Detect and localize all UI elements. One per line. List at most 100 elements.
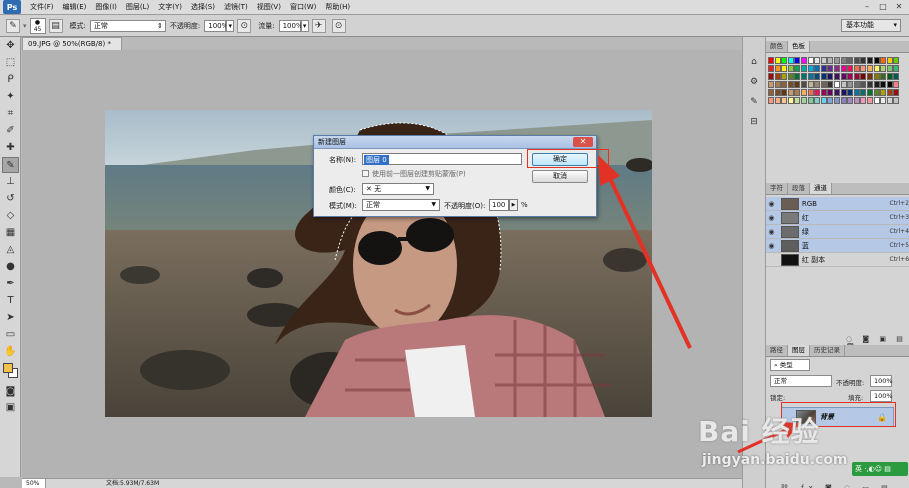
color-swatch[interactable] [860,65,867,72]
color-swatch[interactable] [853,57,860,64]
healing-tool-icon[interactable]: ✚ [2,140,19,156]
color-swatch[interactable] [853,65,860,72]
color-swatch[interactable] [880,73,887,80]
menu-view[interactable]: 视图(V) [257,2,281,12]
color-swatch[interactable] [834,89,840,96]
color-swatch[interactable] [827,81,834,88]
color-swatch[interactable] [774,81,781,88]
color-swatch[interactable] [774,89,781,96]
color-swatch[interactable] [834,73,840,80]
color-swatch[interactable] [814,65,821,72]
color-swatch[interactable] [794,57,801,64]
color-swatch[interactable] [820,97,827,104]
color-swatch[interactable] [880,97,887,104]
flow-stepper[interactable]: ▾ [300,19,309,32]
color-swatch[interactable] [801,81,807,88]
color-swatch[interactable] [834,65,840,72]
color-swatch[interactable] [787,89,794,96]
color-swatch[interactable] [873,97,880,104]
color-swatch[interactable] [794,65,801,72]
color-swatch[interactable] [860,81,867,88]
color-swatch[interactable] [801,97,807,104]
color-swatch[interactable] [893,65,900,72]
document-tab[interactable]: 09.JPG @ 50%(RGB/8) * [22,37,122,50]
type-tool-icon[interactable]: T [2,293,19,309]
color-swatch[interactable] [867,65,873,72]
gradient-tool-icon[interactable]: ▦ [2,225,19,241]
color-swatch[interactable] [834,97,840,104]
swatch-grid[interactable] [768,57,900,123]
color-swatch[interactable] [807,81,814,88]
color-swatch[interactable] [787,73,794,80]
close-icon[interactable]: ✕ [893,1,905,13]
quick-select-tool-icon[interactable]: ✦ [2,89,19,105]
color-swatch[interactable] [853,89,860,96]
pen-tool-icon[interactable]: ✒ [2,276,19,292]
blend-mode-select[interactable]: 正常 [770,375,832,387]
color-swatch[interactable] [886,89,893,96]
color-swatch[interactable] [867,57,873,64]
menu-help[interactable]: 帮助(H) [325,2,350,12]
color-swatch[interactable] [774,57,781,64]
color-swatch[interactable] [781,65,788,72]
color-swatch[interactable] [801,57,807,64]
opacity-stepper[interactable]: ▶ [509,199,518,211]
menu-file[interactable]: 文件(F) [30,2,54,12]
color-swatch[interactable] [840,89,847,96]
tab-paths[interactable]: 路径 [766,345,788,356]
brush-tool-icon[interactable]: ✎ [6,18,20,33]
color-swatch[interactable] [873,73,880,80]
eye-icon[interactable]: ◉ [766,200,777,208]
opacity-input[interactable]: 100 [489,199,509,211]
tab-history[interactable]: 历史记录 [810,345,845,356]
color-swatch[interactable] [893,97,900,104]
color-swatch[interactable] [794,81,801,88]
menu-edit[interactable]: 编辑(E) [63,2,87,12]
mode-select[interactable]: 正常 ▼ [362,199,440,211]
color-swatch[interactable] [827,97,834,104]
color-swatch[interactable] [768,97,774,104]
lasso-tool-icon[interactable]: ᑭ [2,72,19,88]
color-swatch[interactable] [840,97,847,104]
color-swatch[interactable] [847,57,854,64]
color-swatch[interactable] [886,97,893,104]
layer-filter-select[interactable]: ⌕ 类型 [770,359,810,371]
color-swatch[interactable] [867,81,873,88]
clone-panel-icon[interactable]: ⊟ [746,115,762,129]
channel-row-red-copy[interactable]: 红 副本 Ctrl+6 [766,253,909,267]
color-swatch[interactable] [787,57,794,64]
color-swatch[interactable] [820,73,827,80]
color-swatch[interactable] [867,89,873,96]
color-swatch[interactable] [847,65,854,72]
color-swatch[interactable] [834,57,840,64]
color-swatch[interactable] [840,57,847,64]
color-swatch[interactable] [774,73,781,80]
menu-image[interactable]: 图像(I) [95,2,117,12]
color-swatch[interactable] [781,57,788,64]
foreground-color-swatch[interactable] [3,363,13,373]
airbrush-icon[interactable]: ✈ [311,18,326,33]
color-swatch[interactable] [807,97,814,104]
color-swatch[interactable] [860,57,867,64]
color-swatch[interactable] [814,81,821,88]
color-swatch[interactable] [867,73,873,80]
color-swatch[interactable] [781,73,788,80]
menu-type[interactable]: 文字(Y) [158,2,182,12]
color-swatch[interactable] [886,73,893,80]
color-swatch[interactable] [880,89,887,96]
shape-tool-icon[interactable]: ▭ [2,327,19,343]
color-swatch[interactable] [853,97,860,104]
color-swatch[interactable] [867,97,873,104]
color-swatch[interactable] [880,81,887,88]
brush-panel-icon[interactable]: ✎ [746,95,762,109]
tab-color[interactable]: 颜色 [766,41,788,52]
ime-indicator[interactable]: 英 ·,◐☺ ▤ [852,462,908,476]
brush-size-preset[interactable]: ● 45 [29,17,46,34]
color-swatch[interactable] [873,81,880,88]
brush-tool-icon[interactable]: ✎ [2,157,19,173]
color-swatch[interactable] [794,89,801,96]
eye-icon[interactable]: ◉ [766,242,777,250]
color-swatch[interactable] [787,97,794,104]
path-select-tool-icon[interactable]: ➤ [2,310,19,326]
color-swatch[interactable] [801,89,807,96]
